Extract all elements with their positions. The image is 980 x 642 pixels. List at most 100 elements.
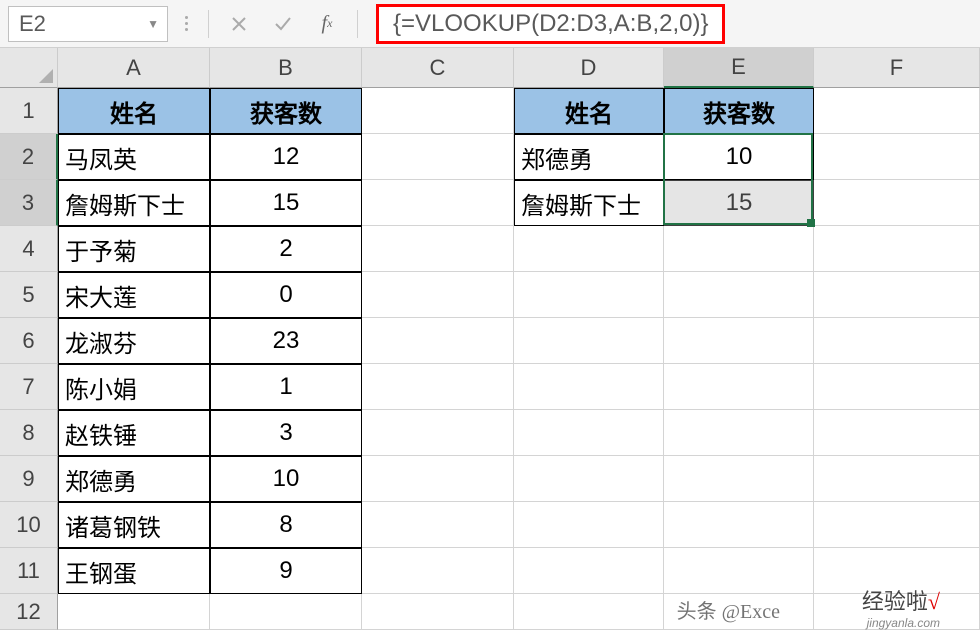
cell-C8[interactable] <box>362 410 514 456</box>
cell-A3[interactable]: 詹姆斯下士 <box>58 180 210 226</box>
row-header-1[interactable]: 1 <box>0 88 58 134</box>
name-box[interactable]: E2 ▼ <box>8 6 168 42</box>
cell-C9[interactable] <box>362 456 514 502</box>
cell-A9[interactable]: 郑德勇 <box>58 456 210 502</box>
cell-B10[interactable]: 8 <box>210 502 362 548</box>
grid-body[interactable]: 姓名获客数姓名获客数马凤英12郑德勇10詹姆斯下士15詹姆斯下士15于予菊2宋大… <box>58 88 980 630</box>
column-header-D[interactable]: D <box>514 48 664 88</box>
cell-E5[interactable] <box>664 272 814 318</box>
cell-D9[interactable] <box>514 456 664 502</box>
fx-icon[interactable]: fx <box>309 6 345 42</box>
row-header-5[interactable]: 5 <box>0 272 58 318</box>
cell-C11[interactable] <box>362 548 514 594</box>
column-header-A[interactable]: A <box>58 48 210 88</box>
row-header-2[interactable]: 2 <box>0 134 58 180</box>
cell-B6[interactable]: 23 <box>210 318 362 364</box>
cell-D12[interactable] <box>514 594 664 630</box>
row-header-4[interactable]: 4 <box>0 226 58 272</box>
cell-F8[interactable] <box>814 410 980 456</box>
select-all-corner[interactable] <box>0 48 58 88</box>
cell-E7[interactable] <box>664 364 814 410</box>
cell-F4[interactable] <box>814 226 980 272</box>
row-header-6[interactable]: 6 <box>0 318 58 364</box>
column-header-B[interactable]: B <box>210 48 362 88</box>
cell-D1[interactable]: 姓名 <box>514 88 664 134</box>
cell-B4[interactable]: 2 <box>210 226 362 272</box>
divider <box>208 10 209 38</box>
row-header-7[interactable]: 7 <box>0 364 58 410</box>
cell-E2[interactable]: 10 <box>664 134 814 180</box>
row-header-8[interactable]: 8 <box>0 410 58 456</box>
cell-B1[interactable]: 获客数 <box>210 88 362 134</box>
chevron-down-icon[interactable]: ▼ <box>147 17 159 31</box>
cell-F1[interactable] <box>814 88 980 134</box>
cell-B2[interactable]: 12 <box>210 134 362 180</box>
cell-D10[interactable] <box>514 502 664 548</box>
cell-C3[interactable] <box>362 180 514 226</box>
column-header-E[interactable]: E <box>664 48 814 88</box>
cell-C10[interactable] <box>362 502 514 548</box>
cell-D3[interactable]: 詹姆斯下士 <box>514 180 664 226</box>
row-header-9[interactable]: 9 <box>0 456 58 502</box>
cell-A8[interactable]: 赵铁锤 <box>58 410 210 456</box>
cell-C4[interactable] <box>362 226 514 272</box>
cell-E4[interactable] <box>664 226 814 272</box>
cell-A10[interactable]: 诸葛钢铁 <box>58 502 210 548</box>
formula-input[interactable]: {=VLOOKUP(D2:D3,A:B,2,0)} <box>370 6 972 42</box>
column-header-C[interactable]: C <box>362 48 514 88</box>
cell-F7[interactable] <box>814 364 980 410</box>
row-header-11[interactable]: 11 <box>0 548 58 594</box>
cell-C5[interactable] <box>362 272 514 318</box>
cell-F3[interactable] <box>814 180 980 226</box>
enter-check-icon[interactable] <box>265 6 301 42</box>
row-header-3[interactable]: 3 <box>0 180 58 226</box>
cell-D6[interactable] <box>514 318 664 364</box>
vertical-dots-icon[interactable] <box>176 16 196 31</box>
cell-D11[interactable] <box>514 548 664 594</box>
cell-D8[interactable] <box>514 410 664 456</box>
cell-A11[interactable]: 王钢蛋 <box>58 548 210 594</box>
cell-A6[interactable]: 龙淑芬 <box>58 318 210 364</box>
column-header-F[interactable]: F <box>814 48 980 88</box>
cell-A7[interactable]: 陈小娟 <box>58 364 210 410</box>
cell-B9[interactable]: 10 <box>210 456 362 502</box>
cell-D7[interactable] <box>514 364 664 410</box>
cancel-icon[interactable] <box>221 6 257 42</box>
cell-F6[interactable] <box>814 318 980 364</box>
row-header-10[interactable]: 10 <box>0 502 58 548</box>
cell-E3[interactable]: 15 <box>664 180 814 226</box>
cell-B3[interactable]: 15 <box>210 180 362 226</box>
cell-B5[interactable]: 0 <box>210 272 362 318</box>
cell-A1[interactable]: 姓名 <box>58 88 210 134</box>
cell-B11[interactable]: 9 <box>210 548 362 594</box>
cell-E9[interactable] <box>664 456 814 502</box>
cell-C6[interactable] <box>362 318 514 364</box>
cell-E10[interactable] <box>664 502 814 548</box>
cell-A2[interactable]: 马凤英 <box>58 134 210 180</box>
cell-B7[interactable]: 1 <box>210 364 362 410</box>
column-headers: ABCDEF <box>58 48 980 88</box>
row-header-12[interactable]: 12 <box>0 594 58 630</box>
cell-B8[interactable]: 3 <box>210 410 362 456</box>
cell-D5[interactable] <box>514 272 664 318</box>
watermark-text: 经验啦 <box>862 589 928 614</box>
cell-F2[interactable] <box>814 134 980 180</box>
cell-D4[interactable] <box>514 226 664 272</box>
cell-D2[interactable]: 郑德勇 <box>514 134 664 180</box>
cell-E1[interactable]: 获客数 <box>664 88 814 134</box>
cell-A4[interactable]: 于予菊 <box>58 226 210 272</box>
cell-B12[interactable] <box>210 594 362 630</box>
cell-C7[interactable] <box>362 364 514 410</box>
cell-C12[interactable] <box>362 594 514 630</box>
cell-C2[interactable] <box>362 134 514 180</box>
cell-F5[interactable] <box>814 272 980 318</box>
cell-E6[interactable] <box>664 318 814 364</box>
cell-E8[interactable] <box>664 410 814 456</box>
cell-A12[interactable] <box>58 594 210 630</box>
cell-A5[interactable]: 宋大莲 <box>58 272 210 318</box>
cell-E11[interactable] <box>664 548 814 594</box>
cell-F9[interactable] <box>814 456 980 502</box>
cell-F10[interactable] <box>814 502 980 548</box>
cell-C1[interactable] <box>362 88 514 134</box>
row-headers: 123456789101112 <box>0 88 58 630</box>
